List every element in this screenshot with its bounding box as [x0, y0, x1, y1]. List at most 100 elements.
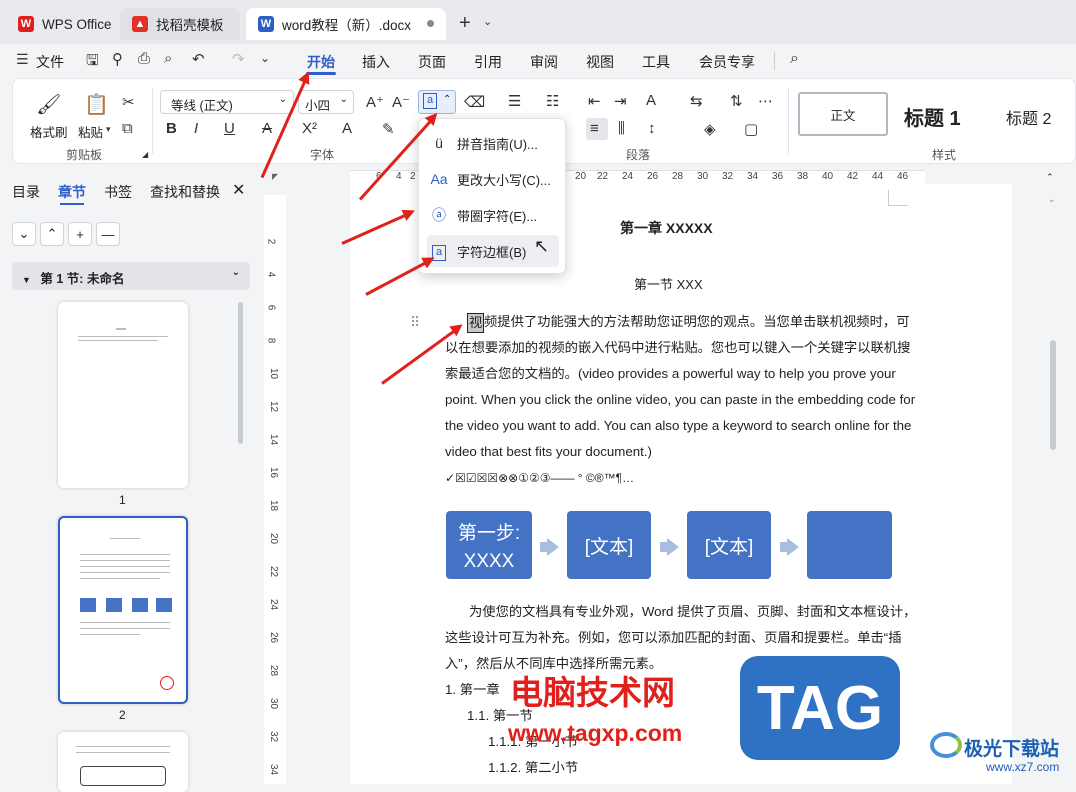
page-thumbnail-3[interactable]: [58, 732, 188, 792]
format-painter-label[interactable]: 格式刷: [30, 122, 68, 141]
menu-item-enclosed-char[interactable]: ⓐ 带圈字符(E)...: [427, 199, 559, 231]
file-menu[interactable]: 文件: [36, 52, 64, 72]
collapse-up-button[interactable]: ⌃: [40, 222, 64, 246]
paste-label[interactable]: 粘贴: [78, 122, 103, 141]
shading-icon[interactable]: ◈: [704, 120, 716, 138]
phonetic-guide-button[interactable]: a ⌃: [418, 90, 456, 114]
menu-review[interactable]: 审阅: [530, 52, 558, 72]
show-marks-icon[interactable]: ⋯: [758, 92, 773, 110]
underline-icon[interactable]: U: [224, 120, 235, 137]
text-effect-icon[interactable]: A: [342, 120, 352, 137]
style-heading1[interactable]: 标题 1: [904, 102, 961, 131]
clipboard-expand-icon[interactable]: ◢: [142, 150, 148, 159]
menu-icon[interactable]: ☰: [16, 51, 29, 68]
text-direction-icon[interactable]: ⇆: [690, 92, 703, 110]
font-name-select[interactable]: 等线 (正文) ⌄: [160, 90, 294, 114]
remove-section-button[interactable]: —: [96, 222, 120, 246]
decrease-indent-icon[interactable]: ⇤: [588, 92, 601, 110]
save-icon[interactable]: 🖫: [86, 50, 99, 75]
menu-view[interactable]: 视图: [586, 52, 614, 72]
superscript-icon[interactable]: X²: [302, 120, 317, 137]
clear-format-icon[interactable]: ⌫: [464, 93, 485, 111]
strikethrough-icon[interactable]: A: [262, 120, 272, 137]
drag-handle-icon[interactable]: ⠿: [410, 314, 420, 331]
flow-step-1[interactable]: 第一步: XXXX: [446, 511, 532, 579]
menu-item-phonetic-guide[interactable]: ü 拼音指南(U)...: [427, 127, 559, 159]
bullet-list-icon[interactable]: ☰: [508, 92, 521, 110]
paragraph-1-line-3[interactable]: 索最适合您的文档的。(video provides a powerful way…: [445, 361, 896, 387]
menu-insert[interactable]: 插入: [362, 52, 390, 72]
bordered-character[interactable]: 视: [467, 313, 485, 333]
symbols-line[interactable]: ✓☒☑☒☒⊗⊗①②③—— ° ©®™¶…: [445, 465, 634, 491]
section-heading[interactable]: 第一节 XXX: [634, 274, 703, 293]
border-icon[interactable]: ▢: [744, 120, 758, 138]
chapter-heading[interactable]: 第一章 XXXXX: [620, 218, 713, 238]
decrease-font-icon[interactable]: A⁻: [392, 93, 410, 111]
font-size-select[interactable]: 小四 ⌄: [298, 90, 354, 114]
more-chevron-icon[interactable]: ⌄: [260, 51, 270, 65]
copy-icon[interactable]: ⧉: [122, 120, 133, 137]
line-spacing-icon[interactable]: ↕: [648, 120, 656, 137]
new-tab-icon[interactable]: +: [459, 12, 471, 35]
search-icon[interactable]: ⌕: [790, 50, 799, 68]
increase-indent-icon[interactable]: ⇥: [614, 92, 627, 110]
sort-icon[interactable]: ⇅: [730, 92, 743, 110]
cut-icon[interactable]: ✂: [122, 93, 135, 111]
paragraph-1-line-1[interactable]: 频提供了功能强大的方法帮助您证明您的观点。当您单击联机视频时，可: [484, 309, 910, 335]
flow-step-3[interactable]: [文本]: [687, 511, 771, 579]
numbered-list-icon[interactable]: ☷: [546, 92, 559, 110]
nav-tab-find[interactable]: 查找和替换: [150, 182, 220, 202]
menu-tools[interactable]: 工具: [642, 52, 670, 72]
menu-item-change-case[interactable]: Aa 更改大小写(C)...: [427, 163, 559, 195]
menu-home[interactable]: 开始: [307, 52, 335, 72]
section-header[interactable]: ▼ 第 1 节: 未命名 ⌄: [12, 262, 250, 290]
unsaved-dot-icon[interactable]: [427, 20, 434, 27]
nav-tab-bookmark[interactable]: 书签: [104, 182, 132, 202]
paragraph-2-line-1[interactable]: 为使您的文档具有专业外观，Word 提供了页眉、页脚、封面和文本框设计，: [469, 599, 916, 625]
bold-icon[interactable]: B: [166, 120, 177, 137]
style-heading2[interactable]: 标题 2: [1006, 105, 1051, 129]
tab-document[interactable]: W word教程（新）.docx: [246, 8, 446, 40]
share-icon[interactable]: ⚲: [112, 50, 123, 68]
collapse-down-button[interactable]: ⌄: [12, 222, 36, 246]
page-thumbnail-2[interactable]: [58, 516, 188, 704]
undo-icon[interactable]: ↶: [192, 50, 205, 68]
paragraph-1-line-6[interactable]: video that best fits your document.): [445, 439, 652, 465]
print-preview-icon[interactable]: ⌕: [164, 50, 172, 67]
print-icon[interactable]: ⎙: [138, 50, 150, 67]
italic-icon[interactable]: I: [194, 120, 198, 137]
chevron-up-icon[interactable]: ⌃: [443, 94, 451, 105]
nav-tab-toc[interactable]: 目录: [12, 182, 40, 202]
redo-icon[interactable]: ↷: [232, 50, 245, 68]
highlight-icon[interactable]: ✎: [382, 120, 395, 138]
format-painter-icon[interactable]: 🖌: [36, 92, 61, 117]
chinese-layout-icon[interactable]: A: [646, 92, 656, 109]
tab-wps-office[interactable]: W WPS Office: [6, 8, 114, 40]
flow-step-2[interactable]: [文本]: [567, 511, 651, 579]
paragraph-2-line-2[interactable]: 这些设计可互为补充。例如，您可以添加匹配的封面、页眉和提要栏。单击“插: [445, 625, 902, 651]
nav-tab-section[interactable]: 章节: [58, 182, 86, 202]
scroll-down-icon[interactable]: ⌄: [1048, 194, 1056, 205]
increase-font-icon[interactable]: A⁺: [366, 93, 384, 111]
menu-member[interactable]: 会员专享: [699, 52, 755, 72]
nav-scrollbar[interactable]: [238, 302, 243, 444]
close-icon[interactable]: ✕: [232, 180, 245, 200]
add-section-button[interactable]: +: [68, 222, 92, 246]
page-thumbnail-1[interactable]: [58, 302, 188, 488]
paragraph-1-line-2[interactable]: 以在想要添加的视频的嵌入代码中进行粘贴。您也可以键入一个关键字以联机搜: [445, 335, 910, 361]
list-item-subsection-2[interactable]: 1.1.2. 第二小节: [488, 755, 578, 781]
menu-reference[interactable]: 引用: [474, 52, 502, 72]
distributed-icon[interactable]: ⫼: [618, 120, 625, 137]
document-scrollbar[interactable]: [1050, 340, 1056, 450]
tab-template[interactable]: ▲ 找稻壳模板: [120, 8, 240, 40]
paste-chevron-icon[interactable]: ▾: [106, 124, 111, 135]
paragraph-1-line-5[interactable]: the video you want to add. You can also …: [445, 413, 911, 439]
paste-icon[interactable]: 📋: [84, 92, 109, 117]
list-item-chapter[interactable]: 1. 第一章: [445, 677, 500, 703]
ruler-menu-icon[interactable]: ⌃: [1046, 172, 1054, 183]
menu-page[interactable]: 页面: [418, 52, 446, 72]
style-normal[interactable]: 正文: [798, 92, 888, 136]
chevron-down-icon[interactable]: ⌄: [483, 15, 492, 28]
paragraph-1-line-4[interactable]: point. When you click the online video, …: [445, 387, 915, 413]
flow-step-4[interactable]: [807, 511, 892, 579]
